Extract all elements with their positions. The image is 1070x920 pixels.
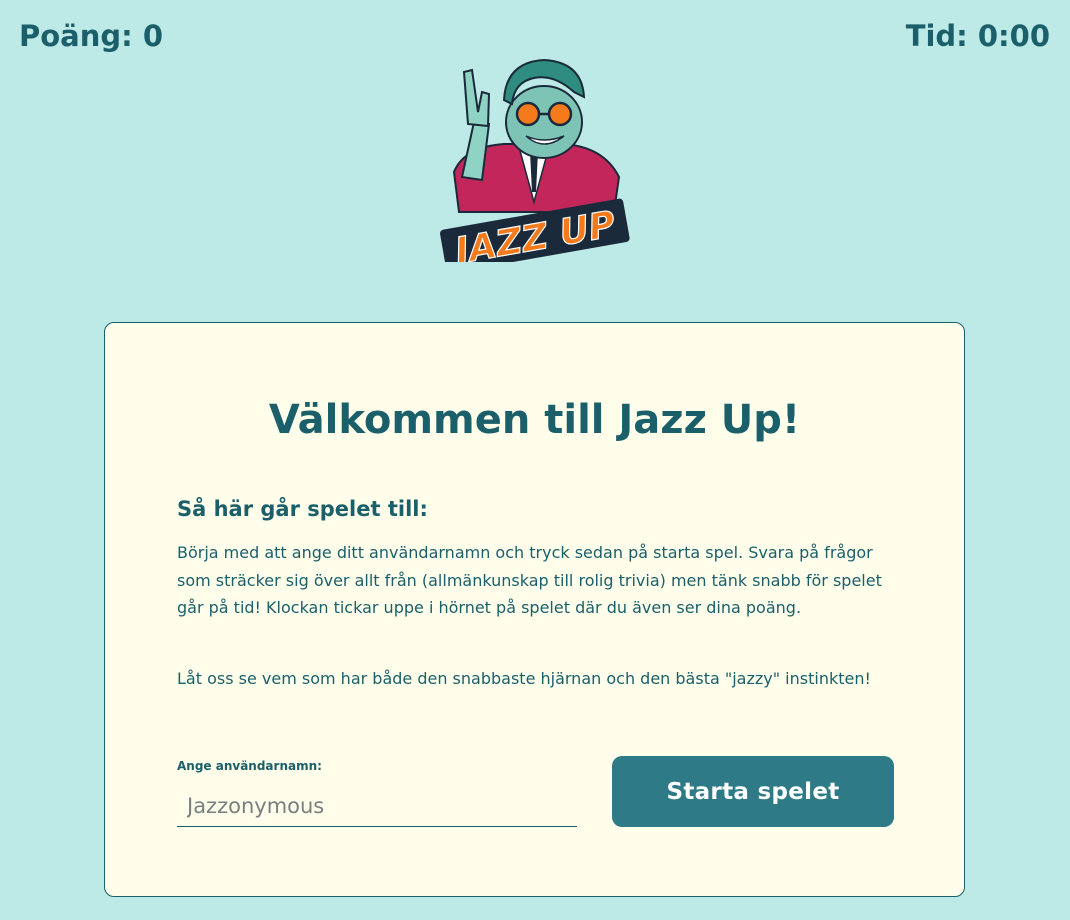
score-display: Poäng: 0 xyxy=(19,19,164,53)
start-game-button[interactable]: Starta spelet xyxy=(612,756,894,827)
welcome-title: Välkommen till Jazz Up! xyxy=(268,397,801,443)
welcome-card: Välkommen till Jazz Up! Så här går spele… xyxy=(104,322,965,897)
rules-heading: Så här går spelet till: xyxy=(177,497,428,521)
rules-paragraph: Börja med att ange ditt användarnamn och… xyxy=(177,543,882,617)
username-input[interactable] xyxy=(177,785,577,827)
timer-display: Tid: 0:00 xyxy=(905,19,1050,53)
jazz-up-character-icon: JAZZ UP xyxy=(440,58,630,274)
username-label: Ange användarnamn: xyxy=(177,759,322,773)
challenge-paragraph: Låt oss se vem som har både den snabbast… xyxy=(177,669,871,688)
jazz-up-logo: JAZZ UP xyxy=(434,52,634,274)
